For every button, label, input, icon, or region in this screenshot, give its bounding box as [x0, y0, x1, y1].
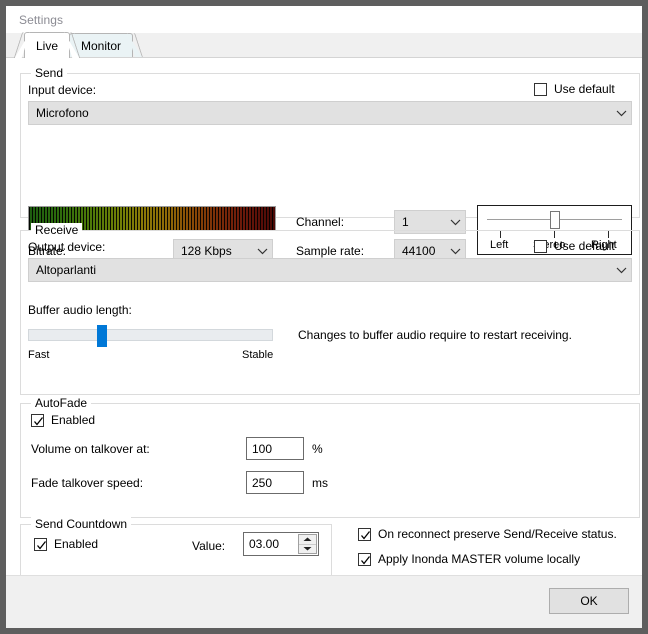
tab-live[interactable]: Live [24, 32, 71, 58]
autofade-group: AutoFade [20, 396, 640, 518]
input-device-label: Input device: [28, 83, 97, 97]
chevron-down-icon [445, 219, 465, 226]
input-device-combobox[interactable]: Microfono [28, 101, 632, 125]
receive-use-default-checkbox[interactable]: Use default [534, 239, 615, 253]
master-volume-label: Apply Inonda MASTER volume locally [378, 552, 581, 566]
countdown-enabled-checkbox[interactable]: Enabled [34, 537, 98, 551]
autofade-enabled-checkbox[interactable]: Enabled [31, 413, 95, 427]
preserve-status-label: On reconnect preserve Send/Receive statu… [378, 527, 617, 541]
buffer-slider-thumb[interactable] [97, 325, 108, 347]
settings-window: Settings Live Monitor Send Input device:… [0, 0, 648, 634]
chevron-down-icon [611, 110, 631, 117]
tab-monitor-label: Monitor [81, 38, 122, 53]
fade-speed-input[interactable]: 250 [246, 471, 304, 494]
master-volume-box [358, 552, 371, 566]
input-device-value: Microfono [36, 106, 89, 120]
output-device-label: Output device: [28, 240, 106, 254]
autofade-enabled-label: Enabled [51, 413, 96, 427]
volume-talkover-input[interactable]: 100 [246, 437, 304, 460]
receive-use-default-box [534, 239, 547, 253]
preserve-status-checkbox[interactable]: On reconnect preserve Send/Receive statu… [358, 527, 617, 541]
output-device-value: Altoparlanti [36, 263, 97, 277]
balance-thumb[interactable] [549, 211, 560, 229]
channel-value: 1 [402, 215, 409, 229]
fade-speed-label: Fade talkover speed: [31, 476, 144, 490]
buffer-stable-label: Stable [242, 349, 274, 361]
stepper-buttons[interactable] [298, 534, 317, 554]
volume-talkover-value: 100 [252, 441, 273, 456]
ok-button[interactable]: OK [549, 588, 629, 614]
send-countdown-group-title: Send Countdown [31, 517, 132, 531]
stepper-down-icon[interactable] [299, 545, 316, 554]
send-group-title: Send [31, 66, 68, 80]
countdown-value: 03.00 [249, 537, 280, 551]
receive-group-title: Receive [31, 223, 83, 237]
buffer-length-label: Buffer audio length: [28, 303, 132, 317]
countdown-enabled-box [34, 537, 47, 551]
stepper-up-icon[interactable] [299, 535, 316, 545]
fade-speed-unit: ms [312, 476, 328, 490]
fade-speed-value: 250 [252, 475, 273, 490]
buffer-length-slider[interactable] [28, 325, 273, 347]
channel-label: Channel: [296, 215, 345, 229]
dialog-footer: OK [6, 575, 642, 628]
tab-page-live: Send Input device: Use default Microfono… [6, 58, 642, 575]
autofade-enabled-box [31, 413, 44, 427]
tab-live-label: Live [36, 38, 59, 53]
receive-use-default-label: Use default [554, 239, 615, 253]
send-use-default-label: Use default [554, 82, 615, 96]
send-use-default-checkbox[interactable]: Use default [534, 82, 615, 96]
countdown-value-stepper[interactable]: 03.00 [243, 532, 319, 556]
title-bar: Settings [6, 6, 642, 33]
chevron-down-icon [611, 267, 631, 274]
buffer-note: Changes to buffer audio require to resta… [298, 328, 572, 342]
countdown-value-label: Value: [192, 539, 226, 553]
volume-talkover-label: Volume on talkover at: [31, 442, 150, 456]
send-use-default-box [534, 82, 547, 96]
output-device-combobox[interactable]: Altoparlanti [28, 258, 632, 282]
master-volume-checkbox[interactable]: Apply Inonda MASTER volume locally [358, 552, 580, 566]
preserve-status-box [358, 527, 371, 541]
tab-strip: Live Monitor [6, 32, 642, 58]
volume-talkover-unit: % [312, 442, 323, 456]
buffer-fast-label: Fast [28, 349, 50, 361]
window-title: Settings [19, 12, 64, 27]
autofade-group-title: AutoFade [31, 396, 92, 410]
countdown-enabled-label: Enabled [54, 537, 99, 551]
